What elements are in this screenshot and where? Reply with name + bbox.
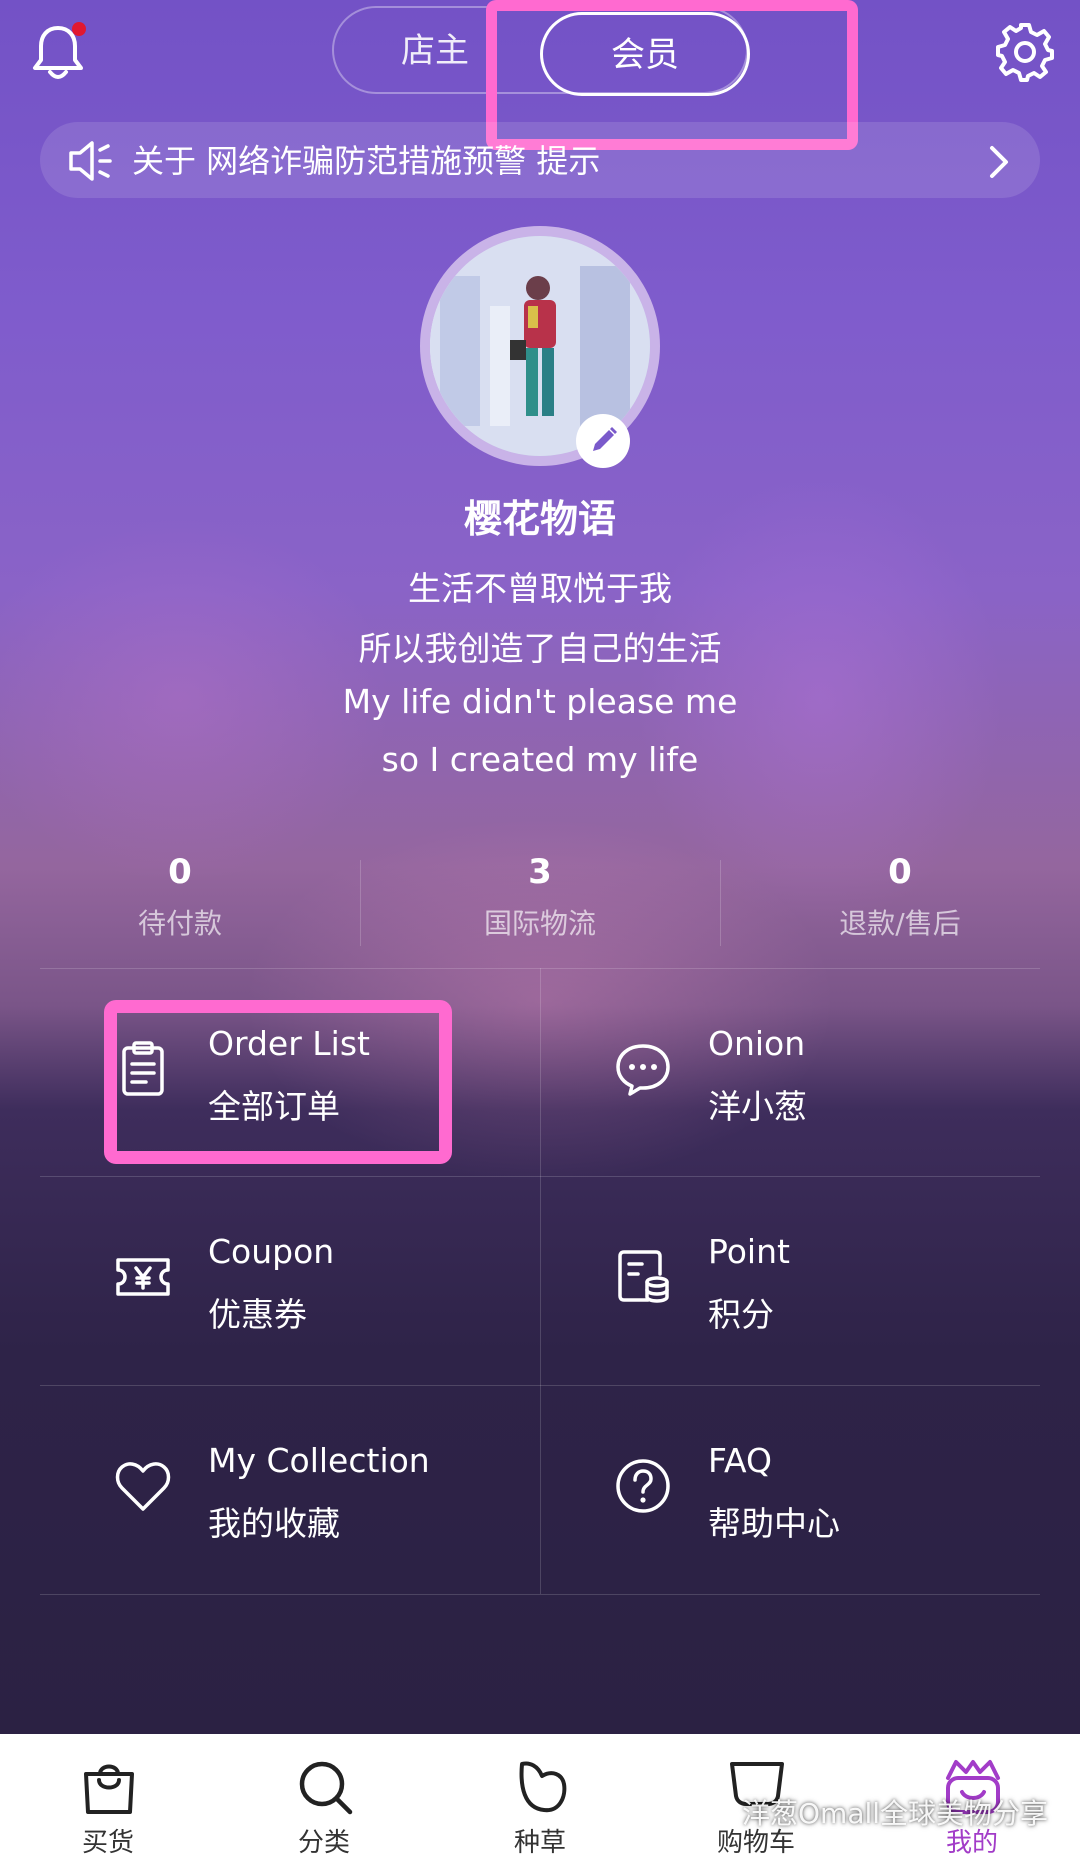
- username: 樱花物语: [463, 497, 616, 541]
- profile-screen: 店主 会员 关于 网络诈骗防范措施预警 提示 樱花物语 生活不曾取悦于我 所以我…: [0, 0, 1080, 1734]
- stat-label: 待付款: [137, 907, 222, 940]
- divider: [40, 1594, 1040, 1595]
- menu-label-zh: 我的收藏: [208, 1504, 340, 1543]
- watermark: 洋葱Omall全球美物分享: [700, 1792, 1080, 1836]
- tab-category[interactable]: 分类: [216, 1734, 432, 1861]
- bio-line: 生活不曾取悦于我: [408, 569, 672, 608]
- coupon-icon: [116, 1258, 170, 1296]
- edit-avatar-button[interactable]: [576, 414, 630, 468]
- menu-coupon[interactable]: Coupon 优惠券: [40, 1176, 540, 1384]
- leaf-icon: [519, 1761, 567, 1813]
- menu-label-zh: 优惠券: [208, 1295, 307, 1334]
- menu-label-en: Onion: [708, 1024, 806, 1063]
- chat-bubble-icon: [616, 1044, 670, 1096]
- menu-label-zh: 洋小葱: [708, 1087, 807, 1126]
- tab-label: 买货: [81, 1828, 134, 1858]
- menu-faq[interactable]: FAQ 帮助中心: [540, 1385, 1040, 1593]
- stat-pending-payment[interactable]: 0 待付款: [0, 848, 360, 942]
- stat-label: 国际物流: [483, 907, 596, 940]
- stat-international-shipping[interactable]: 3 国际物流: [360, 848, 720, 942]
- stat-value: 3: [528, 852, 552, 892]
- highlight-box-order-list: [104, 1000, 452, 1164]
- bio-line: My life didn't please me: [342, 682, 738, 721]
- menu-label-en: My Collection: [208, 1441, 430, 1480]
- gear-icon[interactable]: [994, 20, 1056, 82]
- menu-label-zh: 积分: [708, 1295, 774, 1334]
- heart-icon: [115, 1462, 171, 1511]
- menu-onion[interactable]: Onion 洋小葱: [540, 968, 1040, 1176]
- notification-badge: [72, 22, 86, 36]
- stat-refund-after-sales[interactable]: 0 退款/售后: [720, 848, 1080, 942]
- menu-label-zh: 帮助中心: [708, 1504, 840, 1543]
- stat-label: 退款/售后: [839, 907, 961, 940]
- wechat-logo-icon: [700, 1801, 735, 1829]
- search-icon: [299, 1761, 353, 1815]
- chevron-right-icon: [990, 146, 1008, 178]
- stat-value: 0: [168, 852, 192, 892]
- shopping-bag-icon: [84, 1764, 134, 1814]
- tab-buy[interactable]: 买货: [0, 1734, 216, 1861]
- help-icon: [616, 1459, 670, 1513]
- menu-point[interactable]: Point 积分: [540, 1176, 1040, 1384]
- menu-my-collection[interactable]: My Collection 我的收藏: [40, 1385, 540, 1593]
- bio-line: 所以我创造了自己的生活: [358, 629, 722, 668]
- bio-line: so I created my life: [381, 740, 699, 779]
- menu-label-en: Point: [708, 1232, 790, 1271]
- tab-label: 种草: [513, 1828, 566, 1858]
- menu-label-en: Coupon: [208, 1232, 335, 1271]
- speaker-icon: [69, 141, 112, 181]
- tab-recommend[interactable]: 种草: [432, 1734, 648, 1861]
- stat-value: 0: [888, 852, 912, 892]
- pencil-icon: [593, 427, 617, 451]
- watermark-text: 洋葱Omall全球美物分享: [742, 1797, 1049, 1830]
- tab-label: 分类: [297, 1828, 350, 1858]
- points-icon: [618, 1250, 669, 1303]
- menu-label-en: FAQ: [708, 1441, 772, 1480]
- notice-text: 关于 网络诈骗防范措施预警 提示: [132, 142, 601, 180]
